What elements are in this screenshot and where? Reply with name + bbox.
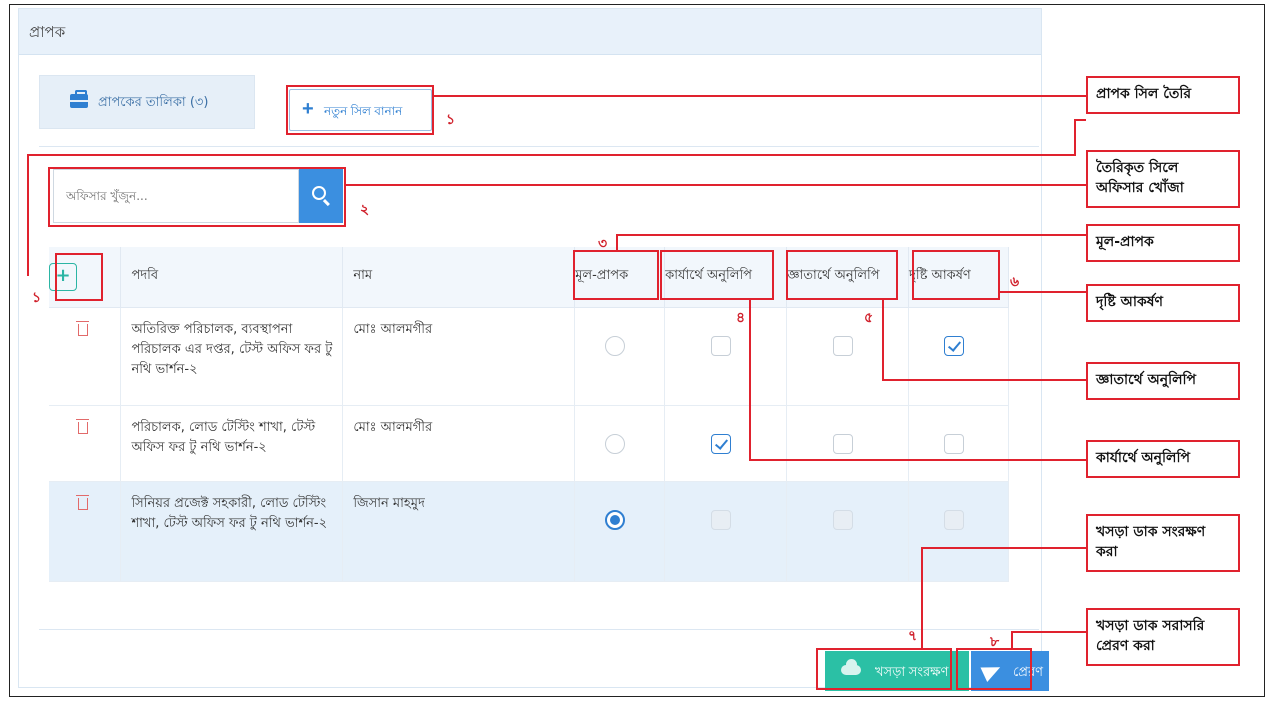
trash-icon[interactable] [75, 418, 89, 434]
table-row: পরিচালক, লোড টেস্টিং শাখা, টেস্ট অফিস ফর… [49, 405, 1009, 482]
header-designation: পদবি [120, 247, 344, 308]
attention-checkbox[interactable] [943, 509, 964, 530]
highlight-add [55, 253, 103, 301]
info-copy-checkbox[interactable] [832, 433, 853, 454]
attention-cell [908, 481, 1009, 582]
callout-attention: দৃষ্টি আকর্ষণ [1086, 284, 1240, 322]
action-copy-checkbox[interactable] [710, 335, 731, 356]
highlight-save-draft [816, 648, 952, 690]
designation-cell: অতিরিক্ত পরিচালক, ব্যবস্থাপনা পরিচালক এর… [120, 307, 344, 406]
highlight-search [48, 167, 346, 227]
highlight-info-copy [786, 250, 898, 300]
name-cell: মোঃ আলমগীর [342, 405, 576, 482]
main-recipient-radio[interactable] [604, 335, 625, 356]
callout-save-draft: খসড়া ডাক সংরক্ষণ করা [1086, 514, 1240, 572]
recipient-list-tab[interactable]: প্রাপকের তালিকা (৩) [39, 75, 255, 129]
briefcase-icon [70, 90, 88, 108]
action-copy-checkbox[interactable] [710, 509, 731, 530]
panel-header: প্রাপক [19, 9, 1041, 55]
divider [39, 146, 1039, 147]
trash-icon[interactable] [75, 320, 89, 336]
name-cell: জিসান মাহমুদ [342, 481, 576, 582]
highlight-send [956, 648, 1032, 690]
marker-5: ৫ [864, 310, 874, 326]
delete-cell [49, 405, 122, 482]
designation-cell: সিনিয়র প্রজেক্ট সহকারী, লোড টেস্টিং শাখ… [120, 481, 344, 582]
main-recipient-cell [574, 481, 666, 582]
marker-2: ২ [360, 202, 370, 218]
callout-send-draft: খসড়া ডাক সরাসরি প্রেরণ করা [1086, 608, 1240, 666]
action-copy-cell [664, 481, 788, 582]
callout-action-copy: কার্যার্থে অনুলিপি [1086, 440, 1240, 478]
table-row: সিনিয়র প্রজেক্ট সহকারী, লোড টেস্টিং শাখ… [49, 481, 1009, 582]
header-name: নাম [342, 247, 576, 308]
main-recipient-radio[interactable] [604, 433, 625, 454]
highlight-new-seal [286, 85, 434, 135]
attention-cell [908, 307, 1009, 406]
recipient-list-label: প্রাপকের তালিকা (৩) [98, 95, 209, 110]
callout-main-recipient: মূল-প্রাপক [1086, 224, 1240, 262]
delete-cell [49, 481, 122, 582]
recipient-panel: প্রাপক প্রাপকের তালিকা (৩) + নতুন সিল বা… [18, 8, 1049, 691]
footer-divider [39, 629, 1039, 630]
info-copy-checkbox[interactable] [832, 335, 853, 356]
main-recipient-cell [574, 405, 666, 482]
marker-8: ৮ [990, 634, 1000, 650]
designation-cell: পরিচালক, লোড টেস্টিং শাখা, টেস্ট অফিস ফর… [120, 405, 344, 482]
highlight-main-recipient [573, 250, 659, 300]
delete-cell [49, 307, 122, 406]
info-copy-cell [786, 307, 910, 406]
marker-6: ৬ [1010, 274, 1020, 290]
action-copy-checkbox[interactable] [710, 433, 731, 454]
name-cell: মোঃ আলমগীর [342, 307, 576, 406]
marker-1b: ১ [32, 290, 42, 306]
panel-title: প্রাপক [29, 23, 66, 41]
info-copy-cell [786, 405, 910, 482]
attention-checkbox[interactable] [943, 433, 964, 454]
marker-7: ৭ [908, 628, 918, 644]
marker-4: ৪ [736, 310, 746, 326]
info-copy-checkbox[interactable] [832, 509, 853, 530]
info-copy-cell [786, 481, 910, 582]
attention-checkbox[interactable] [943, 335, 964, 356]
attention-cell [908, 405, 1009, 482]
callout-create-seal: প্রাপক সিল তৈরি [1086, 76, 1240, 114]
trash-icon[interactable] [75, 494, 89, 510]
highlight-action-copy [660, 250, 774, 300]
main-recipient-radio[interactable] [604, 509, 625, 530]
action-copy-cell [664, 307, 788, 406]
marker-1: ১ [446, 112, 456, 128]
callout-info-copy: জ্ঞাতার্থে অনুলিপি [1086, 362, 1240, 400]
callout-search-officer: তৈরিকৃত সিলে অফিসার খোঁজা [1086, 150, 1240, 208]
main-recipient-cell [574, 307, 666, 406]
highlight-attention [912, 250, 1000, 300]
action-copy-cell [664, 405, 788, 482]
marker-3: ৩ [598, 236, 608, 252]
